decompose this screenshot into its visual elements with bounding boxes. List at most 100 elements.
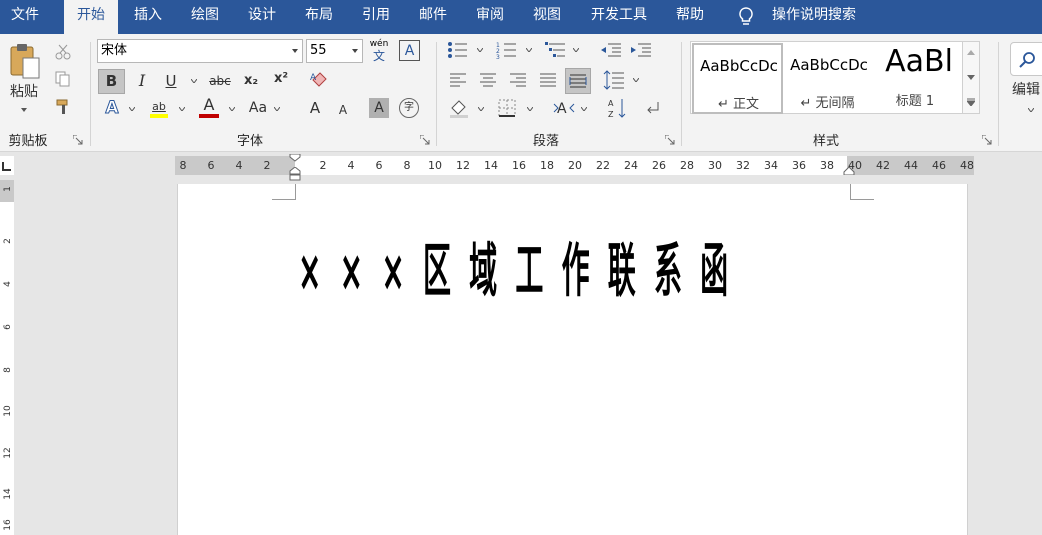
- font-launcher-icon[interactable]: [420, 135, 430, 145]
- ruler-tick: 18: [540, 159, 554, 172]
- shading-icon[interactable]: [449, 98, 469, 118]
- text-effects-dropdown-icon[interactable]: [129, 107, 135, 111]
- chevron-down-icon[interactable]: [352, 49, 358, 53]
- change-case-button[interactable]: Aa: [246, 98, 270, 118]
- cut-icon[interactable]: [55, 44, 71, 60]
- clear-format-icon[interactable]: A: [309, 70, 329, 90]
- justify-icon[interactable]: [539, 72, 557, 88]
- text-effects-button[interactable]: A: [101, 98, 123, 119]
- style-name: 标题 1: [895, 94, 935, 109]
- editing-dropdown-icon[interactable]: [1028, 108, 1034, 112]
- italic-button[interactable]: I: [132, 71, 152, 91]
- ruler-tick: 16: [512, 159, 526, 172]
- paste-label[interactable]: 粘贴: [4, 82, 44, 102]
- phonetic-guide-button[interactable]: wén 文: [368, 38, 390, 62]
- show-marks-icon[interactable]: [643, 98, 663, 118]
- find-button[interactable]: [1010, 42, 1042, 76]
- grow-font-button[interactable]: A: [305, 98, 325, 118]
- document-title[interactable]: ×××区域工作联系函: [298, 224, 728, 308]
- tab-design[interactable]: 设计: [236, 0, 288, 34]
- superscript-button[interactable]: x²: [270, 69, 292, 89]
- numbering-dropdown-icon[interactable]: [526, 48, 532, 52]
- separator: [681, 42, 682, 146]
- chevron-down-icon[interactable]: [292, 49, 298, 53]
- underline-button[interactable]: U: [161, 71, 181, 91]
- margin-corner-left: [272, 184, 296, 200]
- tab-layout[interactable]: 布局: [293, 0, 345, 34]
- tab-home[interactable]: 开始: [64, 0, 118, 34]
- ruler-tick: 20: [568, 159, 582, 172]
- tab-references[interactable]: 引用: [350, 0, 402, 34]
- scroll-down-icon[interactable]: [967, 75, 975, 80]
- numbering-icon[interactable]: 123: [496, 41, 518, 59]
- styles-launcher-icon[interactable]: [982, 135, 992, 145]
- tab-review[interactable]: 审阅: [464, 0, 516, 34]
- vertical-ruler[interactable]: 1 2 4 6 8 10 12 14 16: [0, 180, 14, 535]
- chinese-layout-icon[interactable]: A: [553, 98, 575, 118]
- tab-view[interactable]: 视图: [521, 0, 573, 34]
- left-tab-icon: [2, 162, 11, 171]
- paste-dropdown-icon[interactable]: [21, 108, 27, 112]
- distributed-button[interactable]: [565, 68, 591, 94]
- strikethrough-button[interactable]: abc: [207, 71, 233, 91]
- editing-label[interactable]: 编辑: [1012, 80, 1042, 100]
- right-indent-marker[interactable]: [843, 167, 855, 175]
- hanging-indent-marker[interactable]: [289, 167, 301, 181]
- sort-icon[interactable]: AZ: [607, 97, 629, 119]
- borders-dropdown-icon[interactable]: [527, 107, 533, 111]
- tab-help[interactable]: 帮助: [664, 0, 716, 34]
- font-name-combo[interactable]: 宋体: [97, 39, 303, 63]
- style-heading-1[interactable]: AaBl 标题 1: [875, 42, 957, 113]
- font-color-button[interactable]: A: [197, 95, 221, 121]
- underline-dropdown-icon[interactable]: [191, 79, 197, 83]
- tab-developer[interactable]: 开发工具: [580, 0, 658, 34]
- bullets-icon[interactable]: [447, 41, 469, 59]
- chinese-layout-dropdown-icon[interactable]: [581, 107, 587, 111]
- shading-dropdown-icon[interactable]: [478, 107, 484, 111]
- format-painter-icon[interactable]: [55, 98, 73, 116]
- char-shading-button[interactable]: A: [369, 98, 389, 118]
- paragraph-launcher-icon[interactable]: [665, 135, 675, 145]
- char-border-button[interactable]: A: [399, 40, 420, 61]
- line-spacing-dropdown-icon[interactable]: [633, 78, 639, 82]
- enclose-char-button[interactable]: 字: [399, 98, 419, 118]
- subscript-button[interactable]: x₂: [240, 71, 262, 91]
- tab-insert[interactable]: 插入: [122, 0, 174, 34]
- multilevel-dropdown-icon[interactable]: [573, 48, 579, 52]
- line-spacing-icon[interactable]: [603, 70, 625, 90]
- decrease-indent-icon[interactable]: [600, 41, 622, 59]
- more-styles-icon[interactable]: [967, 98, 975, 106]
- font-size-combo[interactable]: 55: [306, 39, 363, 63]
- scroll-up-icon[interactable]: [967, 50, 975, 55]
- ribbon: 粘贴 剪贴板 宋体 55 wén 文 A B I U abc x₂ x² A A…: [0, 34, 1042, 152]
- paste-icon[interactable]: [8, 42, 42, 80]
- lightbulb-icon: [739, 7, 753, 25]
- first-line-indent-marker[interactable]: [289, 154, 301, 162]
- document-page[interactable]: ×××区域工作联系函: [177, 184, 968, 535]
- style-normal[interactable]: AaBbCcDc ↵ 正文: [692, 43, 783, 114]
- tab-draw[interactable]: 绘图: [179, 0, 231, 34]
- highlight-dropdown-icon[interactable]: [179, 107, 185, 111]
- style-no-spacing[interactable]: AaBbCcDc ↵ 无间隔: [783, 42, 874, 113]
- horizontal-ruler[interactable]: 8 6 4 2 2 4 6 8 10 12 14 16 18 20 22 24 …: [175, 154, 974, 181]
- tab-mailings[interactable]: 邮件: [407, 0, 459, 34]
- separator: [90, 42, 91, 146]
- font-color-dropdown-icon[interactable]: [229, 107, 235, 111]
- highlight-button[interactable]: ab: [147, 97, 171, 121]
- vruler-tick: 8: [3, 367, 13, 373]
- clipboard-launcher-icon[interactable]: [73, 135, 83, 145]
- multilevel-list-icon[interactable]: [545, 41, 567, 59]
- tell-me-search[interactable]: 操作说明搜索: [764, 0, 864, 34]
- align-right-icon[interactable]: [509, 72, 527, 88]
- bold-button[interactable]: B: [98, 69, 125, 94]
- align-center-icon[interactable]: [479, 72, 497, 88]
- increase-indent-icon[interactable]: [630, 41, 652, 59]
- tab-selector[interactable]: [0, 156, 14, 175]
- shrink-font-button[interactable]: A: [333, 100, 353, 120]
- tab-file[interactable]: 文件: [0, 0, 50, 34]
- change-case-dropdown-icon[interactable]: [274, 107, 280, 111]
- bullets-dropdown-icon[interactable]: [477, 48, 483, 52]
- align-left-icon[interactable]: [449, 72, 467, 88]
- copy-icon[interactable]: [55, 71, 71, 87]
- borders-icon[interactable]: [497, 98, 517, 118]
